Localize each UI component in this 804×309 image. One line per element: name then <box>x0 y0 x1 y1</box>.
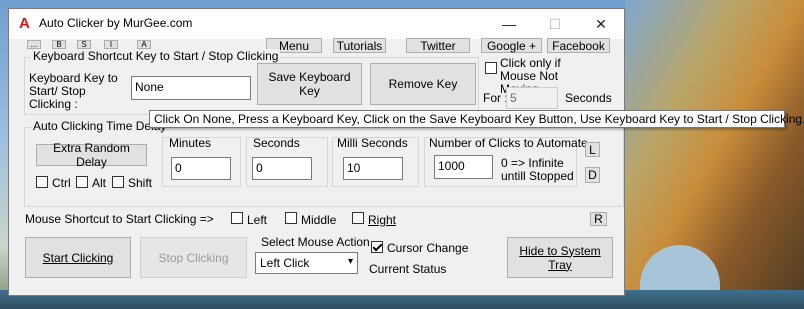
minutes-label: Minutes <box>169 136 212 150</box>
seconds-input[interactable]: 0 <box>252 157 312 180</box>
middle-mouse-checkbox[interactable] <box>285 212 297 224</box>
google-plus-button[interactable]: Google + <box>481 38 542 53</box>
infinite-note-label: 0 => Infinite untill Stopped <box>501 156 574 183</box>
title-bar[interactable]: A Auto Clicker by MurGee.com — ☐ ✕ <box>9 9 624 39</box>
keyboard-key-label: Keyboard Key to Start/ Stop Clicking : <box>29 71 118 111</box>
mini-button-a[interactable]: A <box>137 40 151 49</box>
milli-seconds-label: Milli Seconds <box>337 136 408 150</box>
mouse-action-select[interactable]: Left Click ▾ <box>255 252 358 274</box>
cursor-change-label: Cursor Change <box>387 241 469 255</box>
for-seconds-input: 5 <box>506 87 558 109</box>
right-mouse-checkbox[interactable] <box>352 212 364 224</box>
keyboard-key-input[interactable]: None <box>131 76 251 100</box>
auto-clicking-time-delay-title: Auto Clicking Time Delay <box>31 119 169 133</box>
click-only-if-mouse-not-moving-checkbox[interactable] <box>485 62 497 74</box>
mouse-action-select-value: Left Click <box>260 256 310 270</box>
keyboard-shortcut-group-title: Keyboard Shortcut Key to Start / Stop Cl… <box>31 49 281 63</box>
mouse-shortcut-label: Mouse Shortcut to Start Clicking => <box>25 212 214 226</box>
alt-checkbox[interactable] <box>76 176 88 188</box>
select-mouse-action-label: Select Mouse Action <box>261 235 370 249</box>
tooltip: Click On None, Press a Keyboard Key, Cli… <box>149 110 804 128</box>
middle-mouse-label: Middle <box>301 213 337 227</box>
d-button[interactable]: D <box>585 167 600 183</box>
close-icon[interactable]: ✕ <box>578 9 624 39</box>
facebook-button[interactable]: Facebook <box>547 38 610 53</box>
remove-key-button[interactable]: Remove Key <box>370 63 476 105</box>
app-logo-icon: A <box>19 15 30 32</box>
extra-random-delay-button[interactable]: Extra Random Delay <box>36 141 147 169</box>
save-keyboard-key-button[interactable]: Save Keyboard Key <box>257 63 362 105</box>
maximize-icon: ☐ <box>548 16 562 32</box>
twitter-button[interactable]: Twitter <box>406 38 470 53</box>
seconds-unit-label: Seconds <box>565 91 612 105</box>
mini-button-b[interactable]: B <box>52 40 66 49</box>
shift-label: Shift <box>128 176 153 190</box>
left-mouse-label: Left <box>247 213 268 227</box>
left-mouse-checkbox[interactable] <box>231 212 243 224</box>
start-clicking-button[interactable]: Start Clicking <box>25 237 131 278</box>
stop-clicking-button: Stop Clicking <box>140 237 247 278</box>
mini-button-i[interactable]: I <box>104 40 118 49</box>
alt-label: Alt <box>92 176 107 190</box>
minutes-input[interactable]: 0 <box>171 157 231 180</box>
current-status-label: Current Status <box>369 262 447 276</box>
shift-checkbox[interactable] <box>112 176 124 188</box>
ctrl-label: Ctrl <box>52 176 71 190</box>
r-button[interactable]: R <box>590 212 607 226</box>
ctrl-checkbox[interactable] <box>36 176 48 188</box>
cursor-change-checkbox[interactable] <box>371 241 383 253</box>
seconds-label: Seconds <box>253 136 300 150</box>
minimize-icon[interactable]: — <box>486 9 532 39</box>
l-button[interactable]: L <box>585 142 600 157</box>
window-title: Auto Clicker by MurGee.com <box>39 16 193 30</box>
tutorials-button[interactable]: Tutorials <box>333 38 386 53</box>
mini-button-more[interactable]: ... <box>27 40 41 49</box>
number-of-clicks-label: Number of Clicks to Automate <box>429 136 588 150</box>
hide-to-system-tray-button[interactable]: Hide to System Tray <box>507 237 613 278</box>
chevron-down-icon: ▾ <box>347 256 353 267</box>
for-label: For : <box>483 91 508 105</box>
right-mouse-label: Right <box>368 213 397 227</box>
milli-seconds-input[interactable]: 10 <box>343 157 403 180</box>
mini-button-s[interactable]: S <box>77 40 91 49</box>
number-of-clicks-input[interactable]: 1000 <box>434 155 493 179</box>
auto-clicker-window: A Auto Clicker by MurGee.com — ☐ ✕ ... B… <box>8 8 625 296</box>
